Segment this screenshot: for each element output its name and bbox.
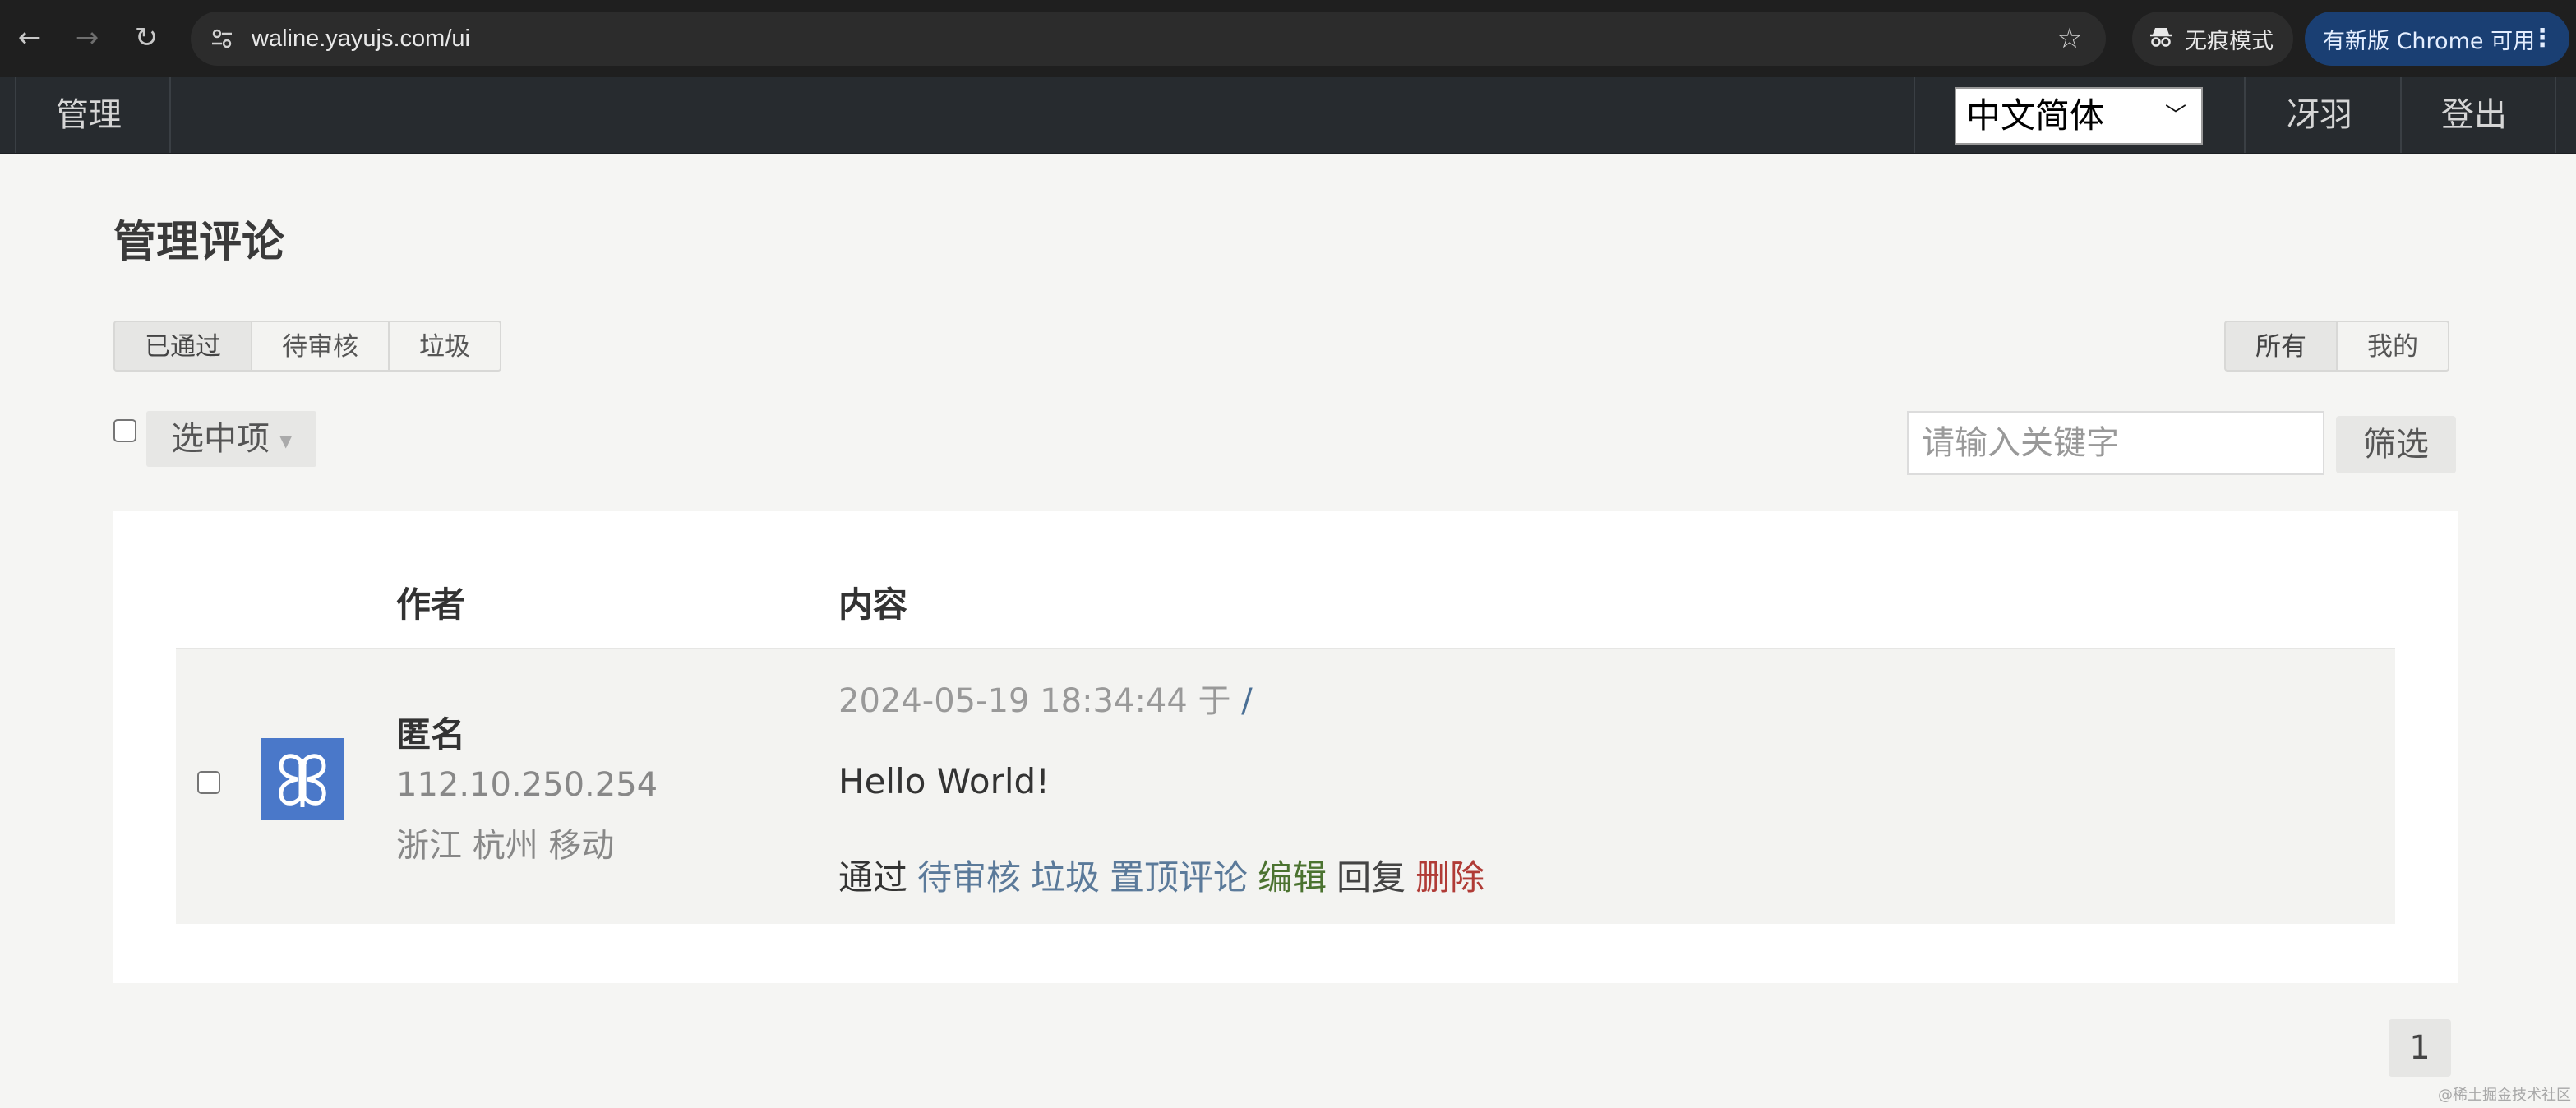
column-header-author: 作者 bbox=[396, 584, 466, 625]
nav-user[interactable]: 冴羽 bbox=[2287, 77, 2352, 153]
nav-divider bbox=[2555, 77, 2556, 153]
search-input[interactable]: 请输入关键字 bbox=[1907, 411, 2324, 475]
incognito-icon bbox=[2149, 24, 2173, 54]
action-spam[interactable]: 垃圾 bbox=[1031, 850, 1100, 900]
site-settings-icon[interactable] bbox=[204, 21, 240, 57]
comment-text: Hello World! bbox=[838, 761, 1050, 801]
author-ip: 112.10.250.254 bbox=[396, 766, 658, 804]
author-name: 匿名 bbox=[396, 714, 466, 755]
nav-brand-manage[interactable]: 管理 bbox=[56, 77, 122, 153]
url-text[interactable]: waline.yayujs.com/ui bbox=[252, 12, 470, 66]
table-row: 匿名 112.10.250.254 浙江 杭州 移动 2024-05-19 18… bbox=[176, 648, 2395, 924]
address-bar[interactable]: waline.yayujs.com/ui ☆ bbox=[191, 12, 2106, 66]
row-checkbox[interactable] bbox=[197, 771, 220, 794]
action-edit[interactable]: 编辑 bbox=[1258, 850, 1327, 900]
comment-time: 2024-05-19 18:34:44 bbox=[838, 682, 1188, 720]
caret-down-icon: ▼ bbox=[279, 431, 293, 450]
browser-toolbar: ← → ↻ waline.yayujs.com/ui ☆ 无痕模式 有新版 Ch… bbox=[0, 0, 2576, 77]
scope-tabs: 所有 我的 bbox=[2224, 321, 2449, 372]
nav-divider bbox=[169, 77, 171, 153]
comment-at-label: 于 bbox=[1198, 682, 1231, 720]
filter-button[interactable]: 筛选 bbox=[2336, 416, 2456, 473]
bulk-action-label: 选中项 bbox=[171, 420, 270, 458]
comment-meta: 2024-05-19 18:34:44 于 / bbox=[838, 674, 1253, 722]
page-title: 管理评论 bbox=[113, 218, 285, 267]
author-location: 浙江 杭州 移动 bbox=[396, 827, 615, 865]
nav-logout[interactable]: 登出 bbox=[2441, 77, 2507, 153]
tab-pending[interactable]: 待审核 bbox=[251, 321, 390, 372]
chevron-down-icon: ﹀ bbox=[2164, 104, 2186, 128]
nav-divider bbox=[2244, 77, 2246, 153]
incognito-indicator[interactable]: 无痕模式 bbox=[2132, 12, 2293, 66]
status-tabs: 已通过 待审核 垃圾 bbox=[113, 321, 501, 372]
tab-spam[interactable]: 垃圾 bbox=[388, 321, 501, 372]
comments-table: 作者 内容 匿名 112.10.250.254 浙江 杭州 移动 2024-05… bbox=[113, 511, 2458, 983]
action-sticky[interactable]: 置顶评论 bbox=[1110, 850, 1248, 900]
column-header-content: 内容 bbox=[838, 584, 908, 625]
watermark: @稀土掘金技术社区 bbox=[2438, 1087, 2571, 1104]
page-number-button[interactable]: 1 bbox=[2389, 1019, 2451, 1077]
action-pending[interactable]: 待审核 bbox=[917, 850, 1021, 900]
tab-mine[interactable]: 我的 bbox=[2336, 321, 2449, 372]
tab-approved[interactable]: 已通过 bbox=[113, 321, 252, 372]
back-arrow-icon[interactable]: ← bbox=[12, 20, 48, 56]
tab-all[interactable]: 所有 bbox=[2224, 321, 2338, 372]
nav-divider bbox=[15, 77, 16, 153]
select-all-checkbox[interactable] bbox=[113, 419, 136, 442]
nav-divider bbox=[2400, 77, 2402, 153]
comment-actions: 通过 待审核 垃圾 置顶评论 编辑 回复 删除 bbox=[838, 850, 1484, 900]
avatar-logo-icon bbox=[279, 754, 326, 807]
forward-arrow-icon[interactable]: → bbox=[69, 20, 105, 56]
incognito-label: 无痕模式 bbox=[2185, 28, 2274, 54]
kebab-menu-icon[interactable]: ⋮ bbox=[2530, 12, 2555, 66]
bulk-action-dropdown[interactable]: 选中项 ▼ bbox=[146, 411, 317, 467]
action-delete[interactable]: 删除 bbox=[1415, 850, 1484, 900]
language-select[interactable]: 中文简体 ﹀ bbox=[1955, 87, 2203, 145]
reload-icon[interactable]: ↻ bbox=[128, 20, 164, 56]
action-reply[interactable]: 回复 bbox=[1336, 850, 1406, 900]
comment-path-link[interactable]: / bbox=[1241, 682, 1252, 720]
chrome-update-button[interactable]: 有新版 Chrome 可用 ⋮ bbox=[2305, 12, 2569, 66]
avatar bbox=[261, 738, 344, 820]
update-label: 有新版 Chrome 可用 bbox=[2323, 28, 2536, 54]
action-approve[interactable]: 通过 bbox=[838, 850, 907, 900]
nav-divider bbox=[1914, 77, 1915, 153]
language-select-value: 中文简体 bbox=[1966, 95, 2105, 136]
bookmark-star-icon[interactable]: ☆ bbox=[2052, 21, 2088, 57]
